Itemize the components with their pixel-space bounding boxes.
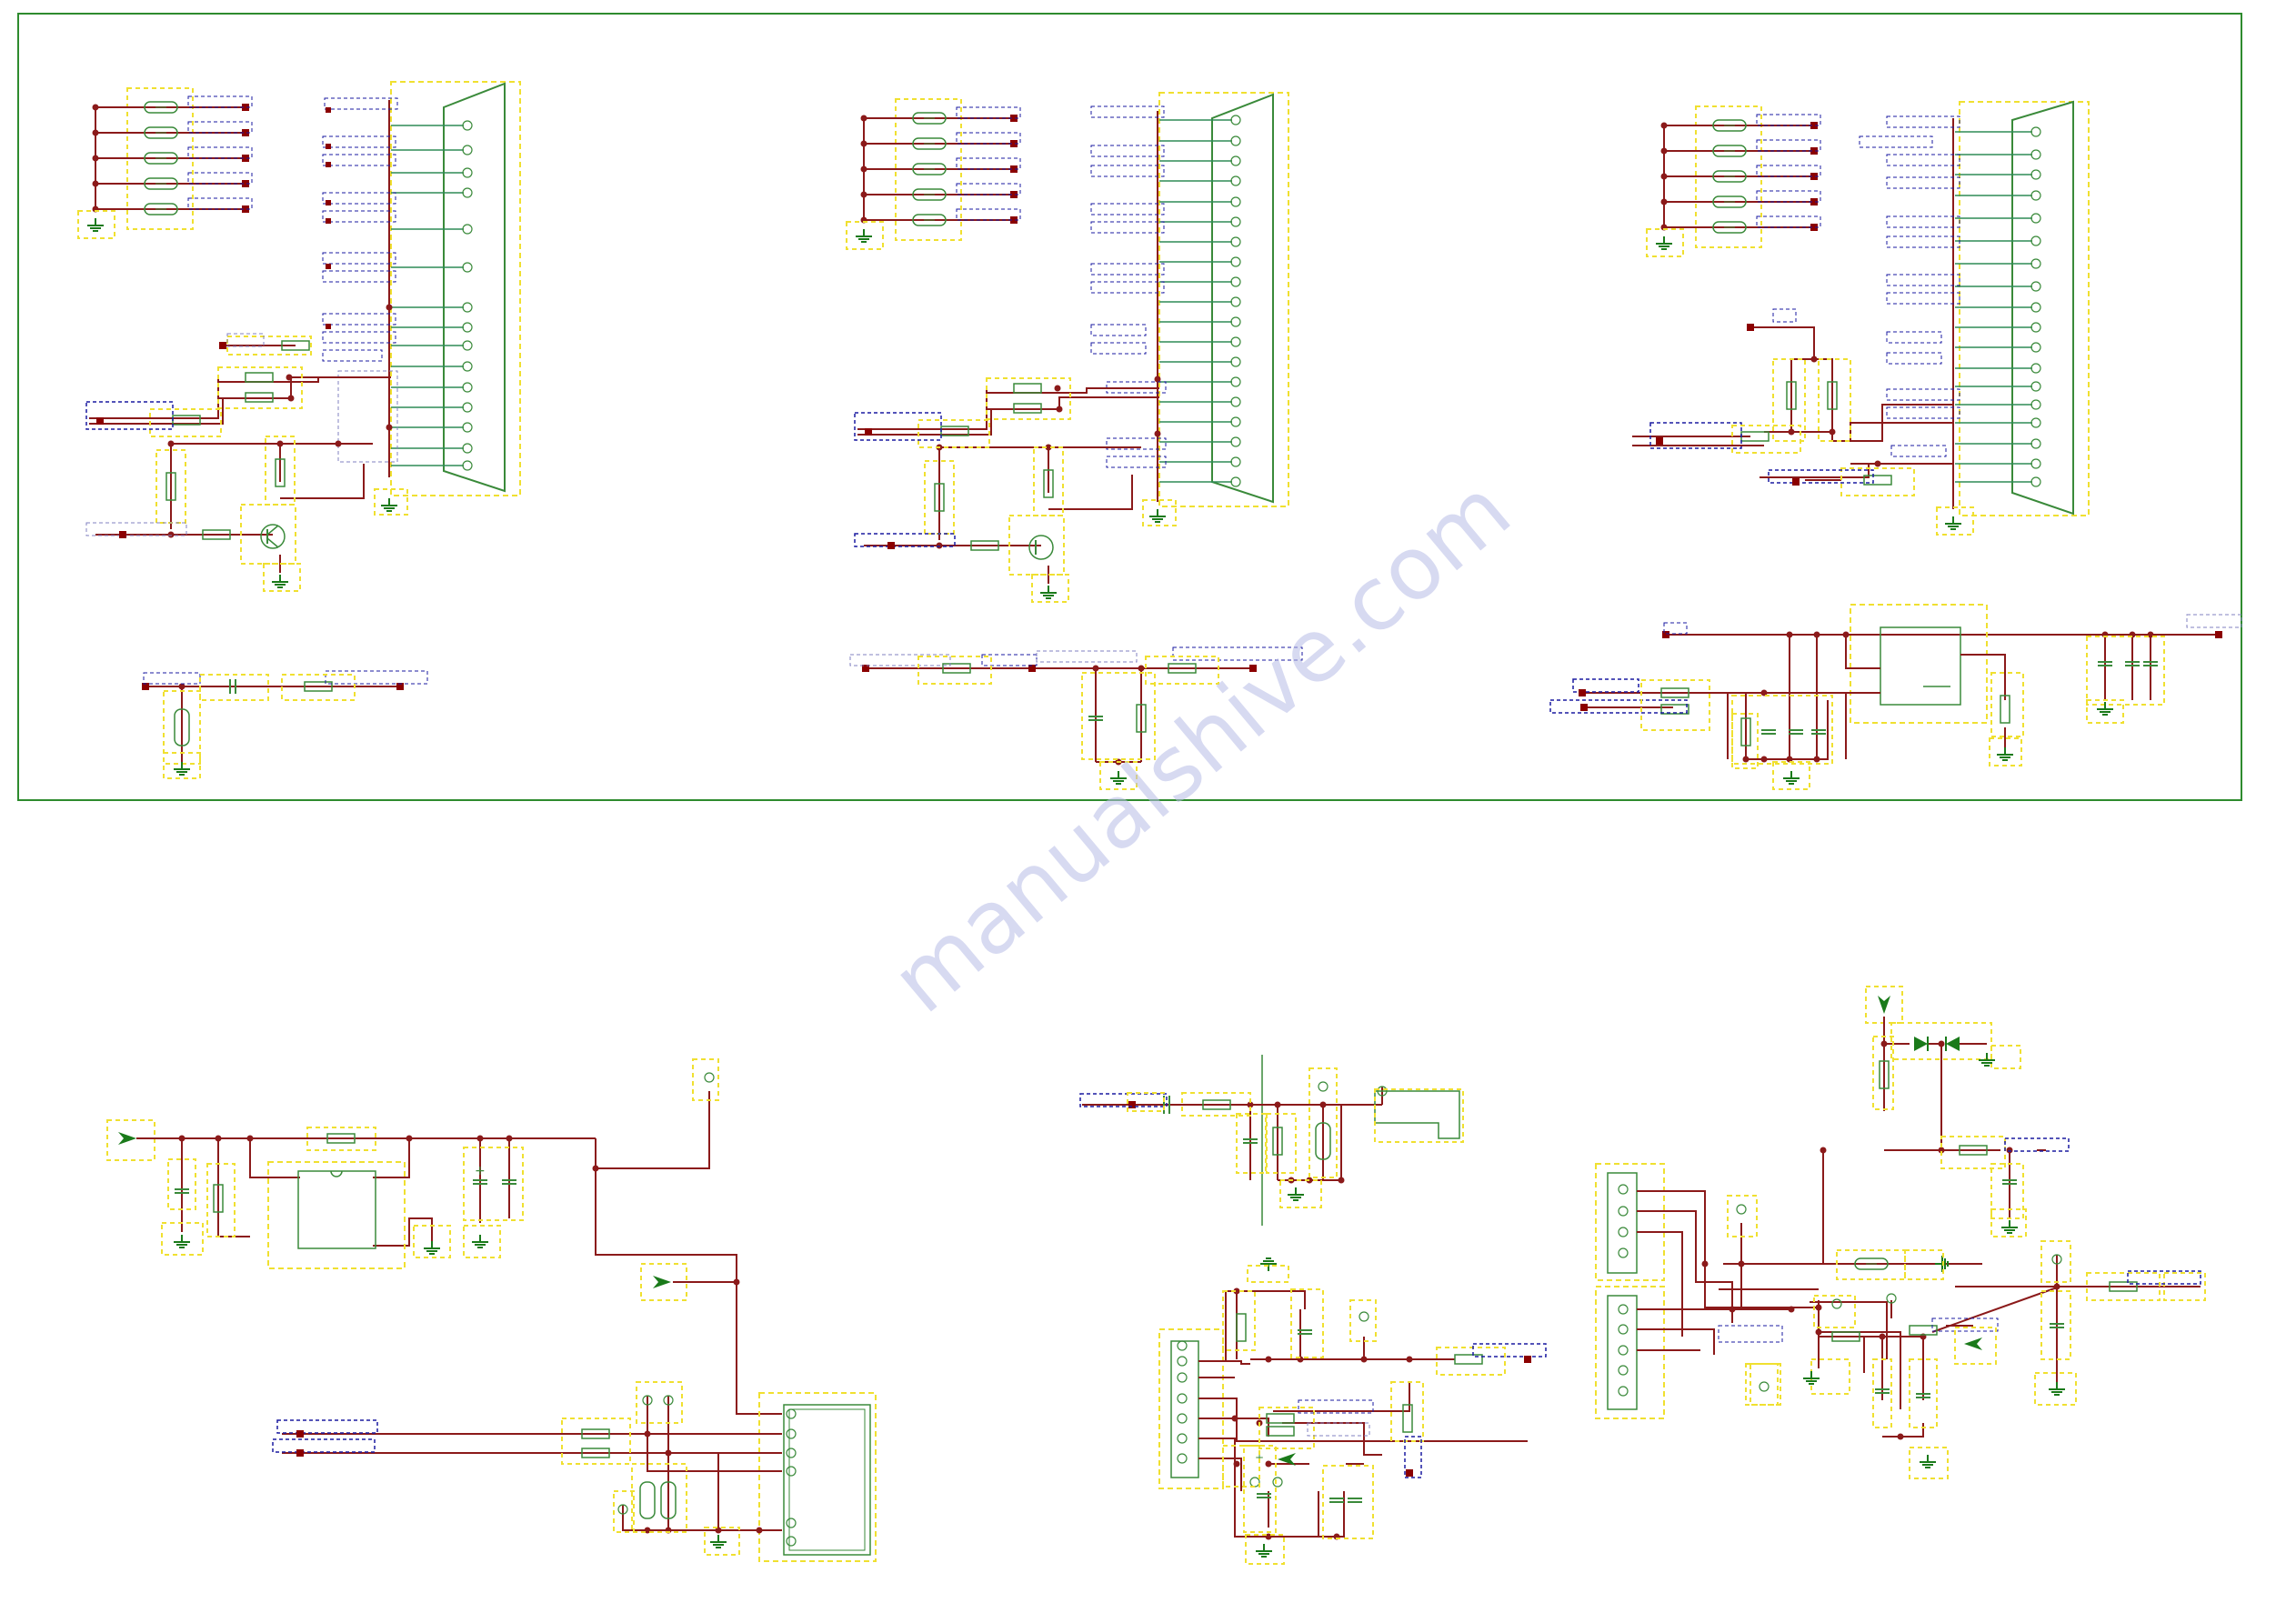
ground-symbol [2000, 1219, 2019, 1234]
ground-symbol [271, 574, 289, 588]
ground-symbol [423, 1240, 441, 1255]
ground-symbol [1782, 770, 1800, 785]
ground-symbol [173, 1234, 191, 1248]
ground-symbol [1802, 1370, 1820, 1385]
ground-symbol [380, 497, 398, 512]
fuse-array-left[interactable] [92, 95, 253, 215]
block-interface-right [1632, 100, 2090, 536]
block-interface-middle [846, 92, 1289, 603]
block-interface-left [77, 81, 521, 779]
power-supply-lower-left[interactable]: + [106, 1058, 737, 1282]
supply-section-lower-right[interactable] [1820, 986, 2070, 1265]
input-arrow-icon [118, 1132, 136, 1145]
input-arrow-icon [653, 1276, 671, 1288]
resistor-network-right[interactable] [1632, 308, 1953, 496]
svg-text:+: + [475, 1164, 486, 1178]
regulator-upper-right[interactable] [1549, 604, 2242, 769]
schematic-canvas: + + [17, 13, 2242, 1565]
output-connector-lower-left[interactable] [272, 1263, 877, 1562]
resistor-network-middle[interactable] [854, 377, 1159, 584]
ground-symbol [1978, 1052, 1996, 1067]
ground-symbol [1109, 770, 1128, 785]
db25-connector-middle[interactable] [1154, 92, 1289, 507]
ground-symbol [2048, 1381, 2066, 1396]
input-filter-lower-middle[interactable] [1079, 1055, 1464, 1226]
ground-symbol [1287, 1187, 1305, 1201]
output-filter-lower-right[interactable] [1955, 1240, 2206, 1406]
ground-symbol [1919, 1454, 1937, 1468]
fuse-array-right[interactable] [1660, 114, 1821, 234]
ground-symbol [709, 1534, 727, 1548]
ground-symbol [1934, 1255, 1949, 1273]
ground-symbol [86, 217, 105, 232]
resistor-network-left[interactable] [85, 333, 391, 573]
rc-filter-middle[interactable] [849, 646, 1303, 766]
ground-symbol [1996, 746, 2014, 761]
connector-block-lower-right[interactable] [1595, 1163, 2060, 1440]
ground-symbol [1255, 1543, 1273, 1558]
input-arrow-icon [1964, 1337, 1982, 1350]
connector-block-lower-middle[interactable]: + [1158, 1257, 1547, 1540]
ground-symbol [471, 1234, 489, 1248]
db25-connector-right[interactable] [1952, 100, 2090, 516]
net-labels-connector-left [322, 97, 398, 362]
input-arrow-icon [1878, 996, 1890, 1014]
db25-connector-left[interactable] [386, 81, 521, 496]
rc-filter-left[interactable] [142, 670, 428, 765]
fuse-array-middle[interactable] [860, 106, 1021, 226]
